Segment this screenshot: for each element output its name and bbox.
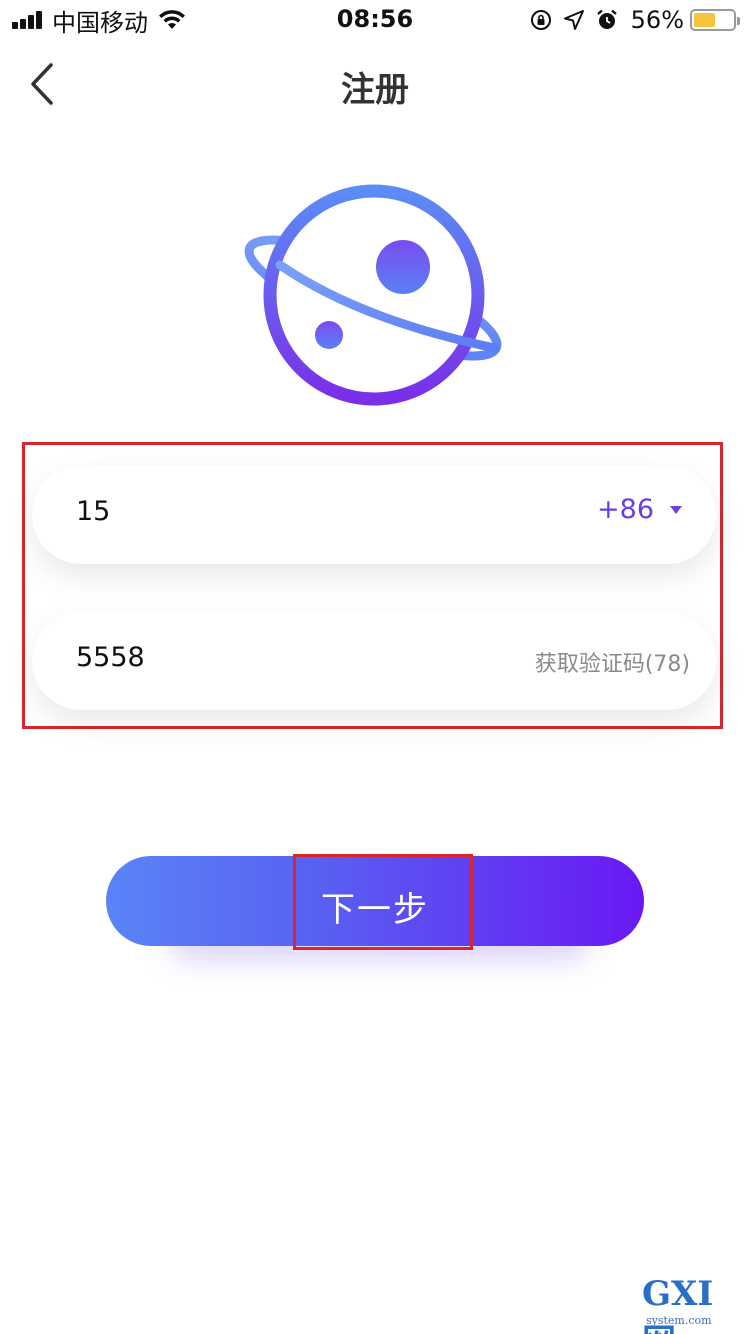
phone-field[interactable]: 15 +86	[32, 466, 716, 564]
page-title: 注册	[341, 70, 409, 110]
phone-input-value[interactable]: 15	[76, 496, 110, 527]
wifi-icon	[159, 10, 185, 29]
country-code-selector[interactable]: +86	[597, 494, 682, 525]
battery-level	[694, 13, 716, 27]
planet-icon	[244, 184, 502, 406]
status-bar-right: 56%	[519, 6, 740, 34]
code-input-value[interactable]: 5558	[76, 642, 145, 673]
signal-icon	[12, 11, 44, 29]
rotation-lock-icon	[529, 8, 553, 32]
next-button[interactable]: 下一步	[106, 856, 644, 946]
battery-icon	[690, 9, 740, 31]
status-bar-left: 中国移动	[12, 6, 186, 37]
verification-code-field[interactable]: 5558 获取验证码(78)	[32, 612, 716, 710]
get-code-button[interactable]: 获取验证码(78)	[535, 646, 690, 678]
location-icon	[563, 9, 585, 31]
caret-down-icon	[670, 505, 682, 514]
country-code-label: +86	[597, 494, 654, 525]
battery-percent: 56%	[630, 6, 684, 34]
next-button-label: 下一步	[321, 890, 429, 930]
app-logo	[240, 180, 510, 410]
watermark-sub: system.com	[646, 1314, 712, 1327]
alarm-icon	[595, 8, 619, 32]
watermark-logo: GXI网 system.com	[642, 1274, 742, 1334]
nav-bar: 注册	[0, 40, 750, 128]
status-bar: 中国移动 08:56 56%	[0, 0, 750, 40]
carrier-name: 中国移动	[52, 8, 148, 37]
